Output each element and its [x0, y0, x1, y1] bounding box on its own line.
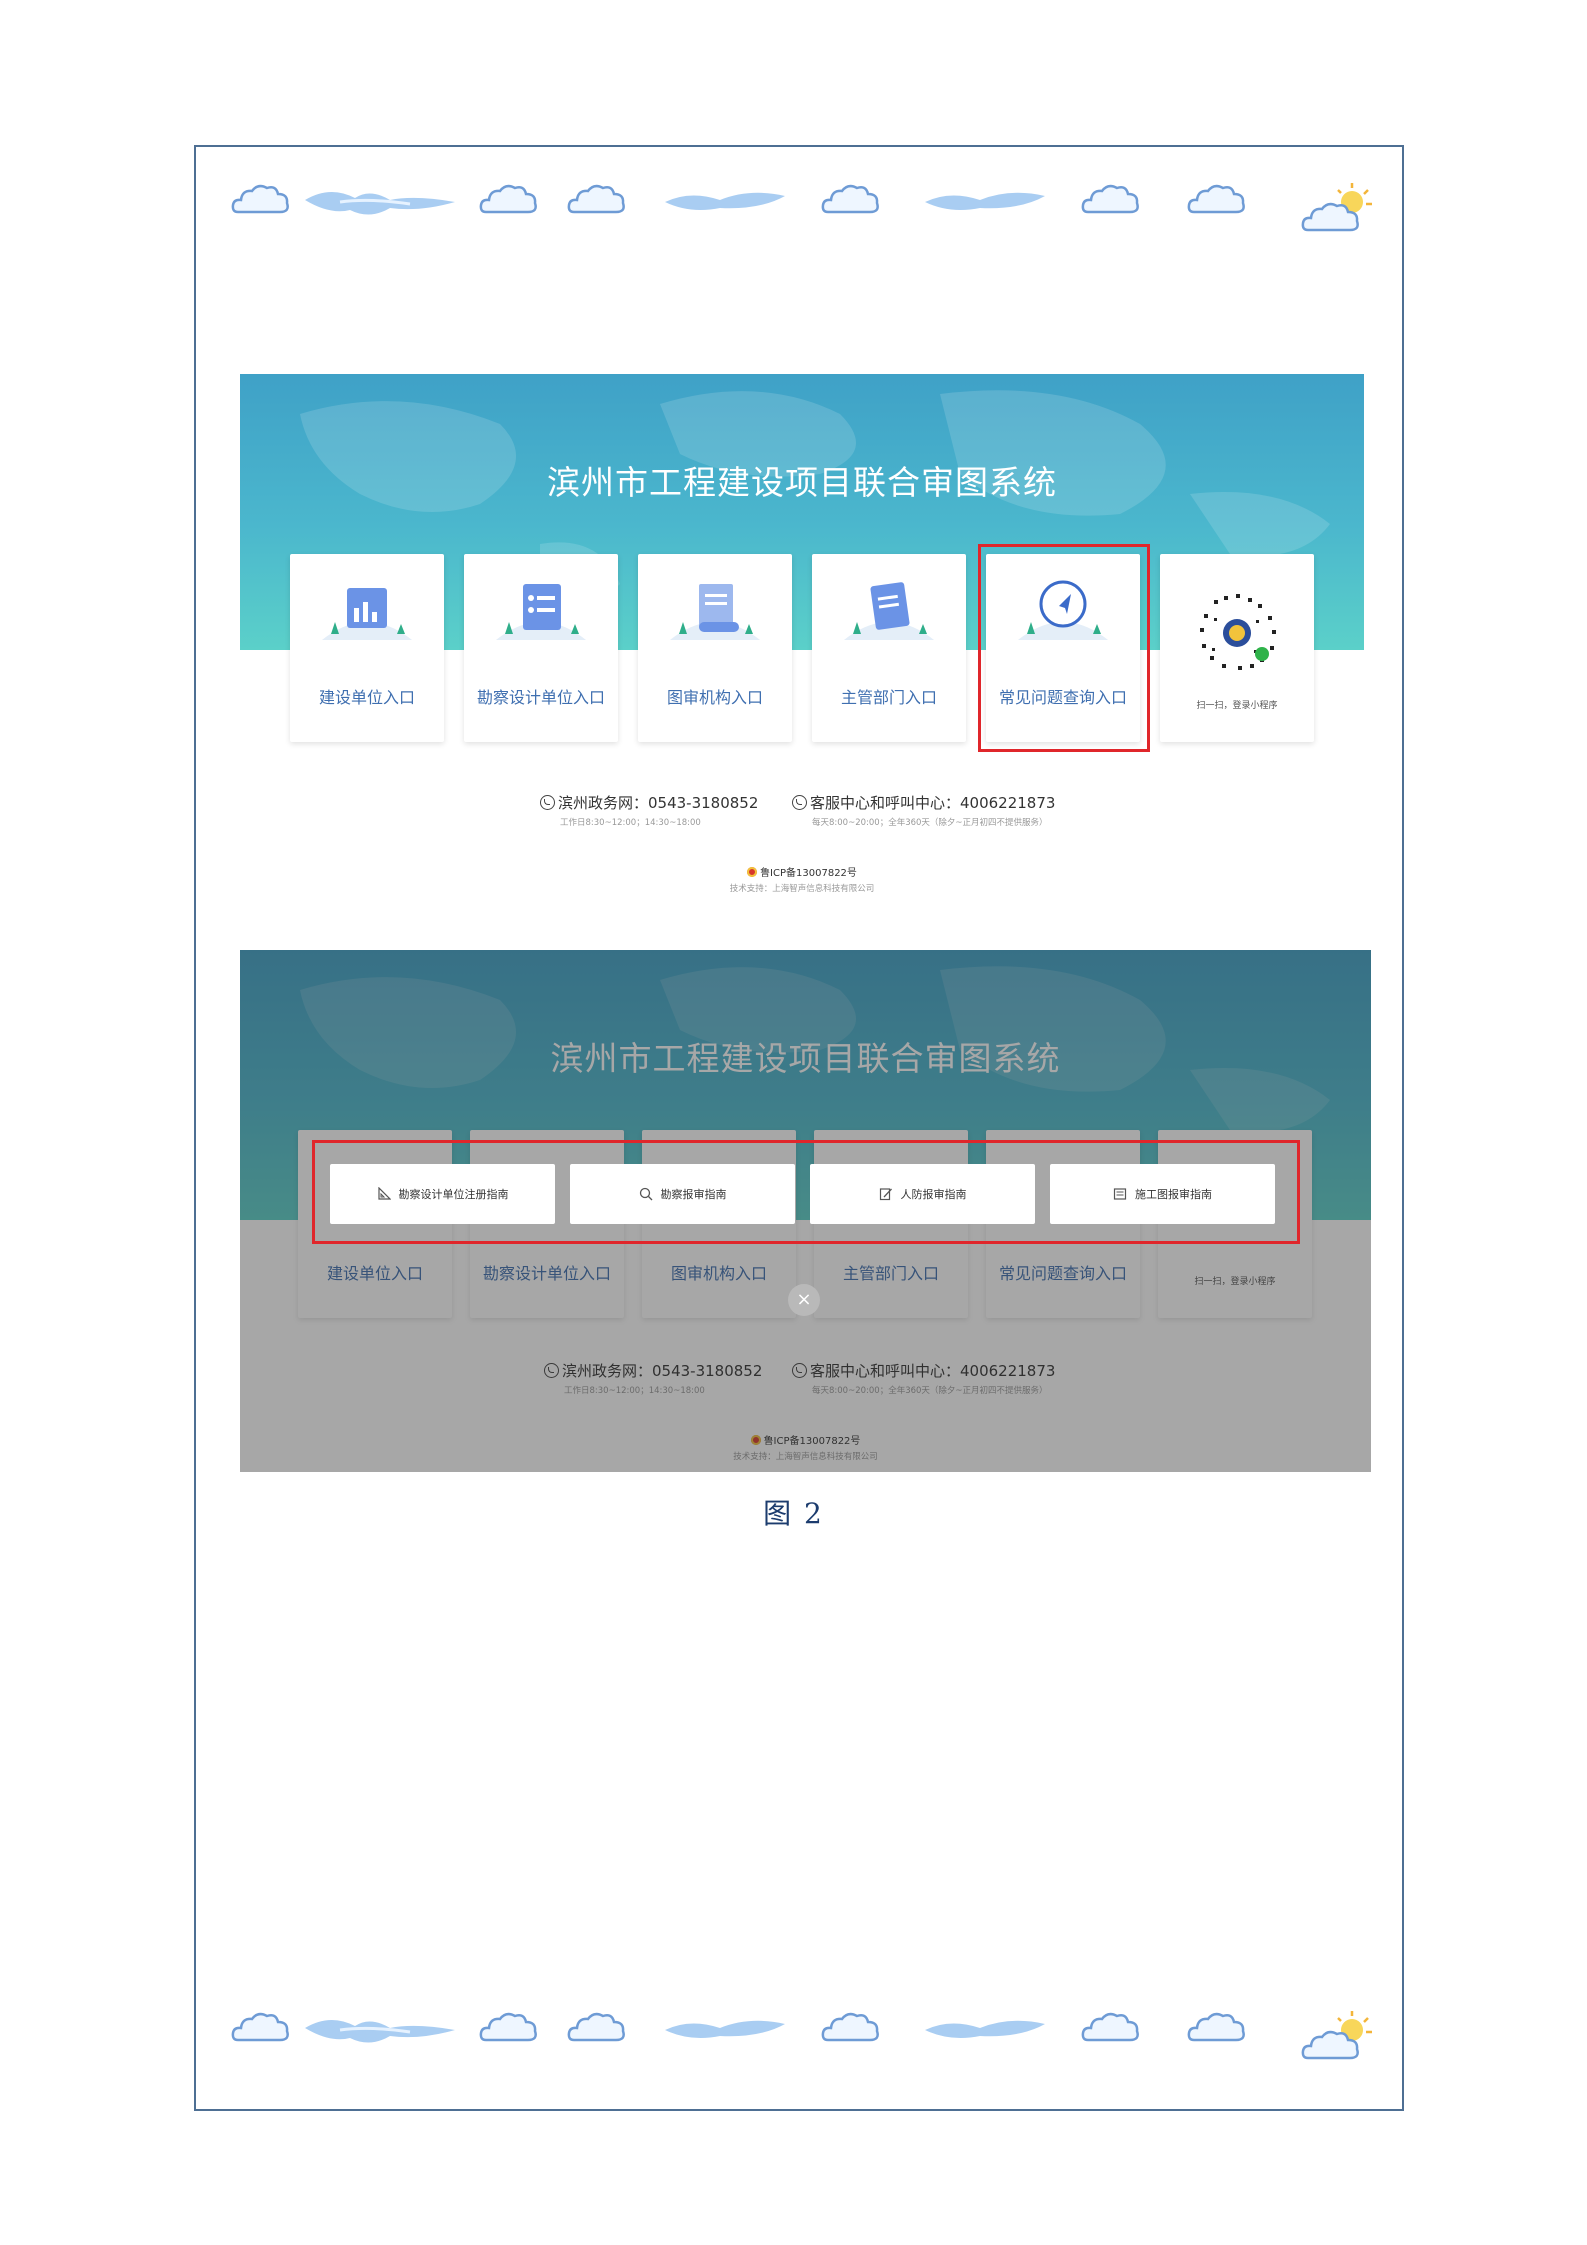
cloud-icon: [567, 2012, 625, 2042]
entry-card-review-agency[interactable]: 图审机构入口: [638, 554, 792, 742]
wind-cloud-icon: [665, 192, 785, 210]
gov-phone-line: 滨州政务网：0543-3180852: [558, 794, 759, 812]
entry-card-label: 勘察设计单位入口: [476, 688, 605, 707]
entry-card-label: 主管部门入口: [840, 688, 937, 707]
clipboard-icon: [844, 582, 934, 640]
entry-card-label: 图审机构入口: [666, 688, 763, 707]
sun-cloud-icon: [1301, 183, 1372, 232]
document-list-icon: [496, 584, 586, 640]
figure-caption: 图 2: [763, 1497, 824, 1530]
police-emblem-icon: [747, 867, 758, 877]
highlight-box-faq: [978, 544, 1150, 752]
close-modal-button[interactable]: ×: [788, 1284, 820, 1316]
screenshot-home-page: 滨州市工程建设项目联合审图系统 建设单位入口 勘察设计单位入口 图审机构入口 主…: [240, 374, 1364, 904]
cloud-icon: [567, 184, 625, 214]
entry-card-label: 建设单位入口: [318, 688, 415, 707]
tech-support: 技术支持：上海智声信息科技有限公司: [729, 884, 875, 894]
qr-caption: 扫一扫，登录小程序: [1196, 701, 1278, 711]
screenshot-guide-popup: 滨州市工程建设项目联合审图系统 建设单位入口 勘察设计单位入口 图审机构入口 主…: [240, 950, 1371, 1472]
entry-card-authority[interactable]: 主管部门入口: [812, 554, 966, 742]
scroll-icon: [670, 584, 760, 640]
sun-cloud-icon: [1301, 2011, 1372, 2060]
cloud-icon: [231, 2012, 289, 2042]
service-phone-line: 客服中心和呼叫中心：4006221873: [810, 794, 1056, 812]
phone-icon: [792, 795, 807, 810]
wind-cloud-icon: [665, 2020, 785, 2038]
phone-icon: [540, 795, 555, 810]
gov-hours: 工作日8:30~12:00；14:30~18:00: [560, 818, 701, 828]
cloud-icon: [821, 2012, 879, 2042]
gov-contact: 滨州政务网：0543-3180852 工作日8:30~12:00；14:30~1…: [540, 792, 758, 828]
cloud-icon: [1187, 2012, 1245, 2042]
qr-code-icon: [1197, 593, 1277, 673]
cloud-icon: [1187, 184, 1245, 214]
wind-cloud-icon: [925, 2020, 1045, 2038]
bottom-cloud-border: [220, 2008, 1380, 2078]
top-cloud-border: [220, 180, 1380, 250]
cloud-icon: [479, 184, 537, 214]
system-title: 滨州市工程建设项目联合审图系统: [547, 463, 1057, 502]
highlight-box-guides: [312, 1140, 1300, 1244]
entry-card-survey-design-unit[interactable]: 勘察设计单位入口: [464, 554, 618, 742]
entry-card-construction-unit[interactable]: 建设单位入口: [290, 554, 444, 742]
wind-cloud-icon: [305, 2019, 455, 2043]
service-hours: 每天8:00~20:00；全年360天（除夕~正月初四不提供服务）: [812, 818, 1048, 828]
cloud-icon: [821, 184, 879, 214]
cloud-icon: [1081, 2012, 1139, 2042]
cloud-icon: [1081, 184, 1139, 214]
building-chart-icon: [322, 588, 412, 640]
miniprogram-qr-card: 扫一扫，登录小程序: [1160, 554, 1314, 742]
wind-cloud-icon: [925, 192, 1045, 210]
icp-record: 鲁ICP备13007822号: [240, 864, 1364, 879]
wind-cloud-icon: [305, 191, 455, 215]
service-contact: 客服中心和呼叫中心：4006221873 每天8:00~20:00；全年360天…: [792, 792, 1055, 828]
icp-text: 鲁ICP备13007822号: [760, 868, 857, 879]
cloud-icon: [231, 184, 289, 214]
cloud-icon: [479, 2012, 537, 2042]
